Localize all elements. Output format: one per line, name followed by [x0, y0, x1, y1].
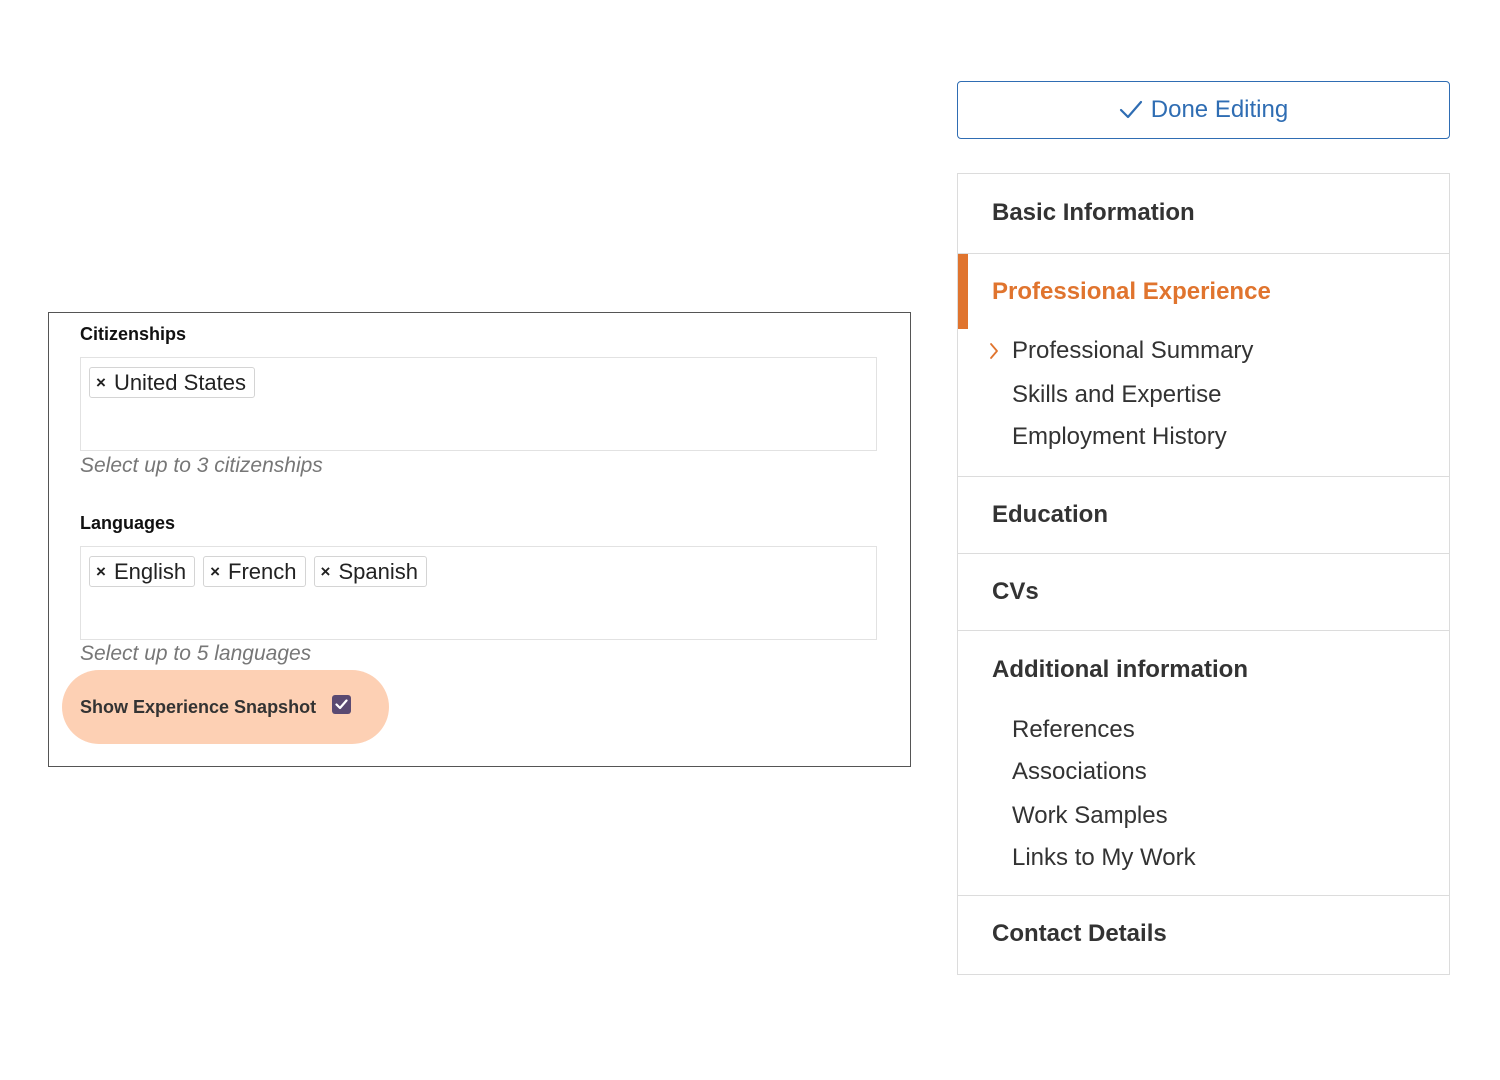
chevron-right-icon — [990, 343, 998, 359]
languages-help-text: Select up to 5 languages — [80, 642, 312, 665]
tag-label: English — [113, 558, 187, 584]
nav-heading-contact-details: Contact Details — [992, 920, 1167, 947]
tag-label: Spanish — [338, 558, 418, 584]
tag-united-states: × United States — [89, 367, 256, 398]
nav-section-education[interactable]: Education — [958, 476, 1449, 553]
experience-snapshot-highlight: Show Experience Snapshot — [62, 670, 389, 744]
done-editing-label: Done Editing — [1150, 96, 1289, 123]
nav-section-additional-information[interactable]: Additional information References Associ… — [958, 630, 1449, 895]
nav-section-cvs[interactable]: CVs — [958, 553, 1449, 630]
experience-snapshot-checkbox[interactable] — [332, 694, 352, 714]
nav-heading-education: Education — [992, 501, 1109, 528]
citizenships-label: Citizenships — [80, 324, 187, 344]
tag-label: French — [228, 558, 297, 584]
nav-item-associations[interactable]: Associations — [1012, 758, 1147, 786]
nav-item-links-to-my-work[interactable]: Links to My Work — [1012, 844, 1196, 872]
tag-label: United States — [113, 369, 247, 395]
tag-english: × English — [89, 556, 196, 587]
remove-tag-icon[interactable]: × — [321, 563, 331, 580]
tag-spanish: × Spanish — [313, 556, 427, 587]
nav-item-work-samples[interactable]: Work Samples — [1012, 802, 1168, 830]
nav-item-employment-history[interactable]: Employment History — [1012, 423, 1227, 451]
nav-item-professional-summary[interactable]: Professional Summary — [1012, 337, 1253, 365]
experience-snapshot-label: Show Experience Snapshot — [80, 696, 317, 717]
nav-section-professional-experience[interactable]: Professional Experience Professional Sum… — [958, 253, 1449, 476]
citizenships-input[interactable]: × United States — [80, 357, 877, 451]
nav-heading-additional-information: Additional information — [992, 656, 1248, 683]
languages-label: Languages — [80, 513, 176, 533]
remove-tag-icon[interactable]: × — [96, 563, 106, 580]
nav-item-references[interactable]: References — [1012, 716, 1135, 744]
nav-heading-professional-experience: Professional Experience — [992, 278, 1271, 305]
nav-heading-cvs: CVs — [992, 578, 1039, 605]
checkmark-icon — [335, 698, 348, 709]
tag-french: × French — [203, 556, 306, 587]
nav-section-contact-details[interactable]: Contact Details — [958, 895, 1449, 975]
nav-heading-basic-information: Basic Information — [992, 199, 1195, 226]
checkmark-icon — [1119, 100, 1142, 119]
remove-tag-icon[interactable]: × — [96, 374, 106, 391]
citizenships-help-text: Select up to 3 citizenships — [80, 454, 323, 477]
profile-section-nav: Basic Information Professional Experienc… — [957, 173, 1450, 975]
done-editing-button[interactable]: Done Editing — [957, 81, 1450, 139]
active-section-indicator — [958, 254, 968, 329]
profile-form-panel: Citizenships × United States Select up t… — [48, 312, 911, 767]
nav-section-basic-information[interactable]: Basic Information — [958, 174, 1449, 253]
remove-tag-icon[interactable]: × — [210, 563, 220, 580]
nav-item-skills-and-expertise[interactable]: Skills and Expertise — [1012, 381, 1221, 409]
languages-input[interactable]: × English × French × Spanish — [80, 546, 877, 640]
